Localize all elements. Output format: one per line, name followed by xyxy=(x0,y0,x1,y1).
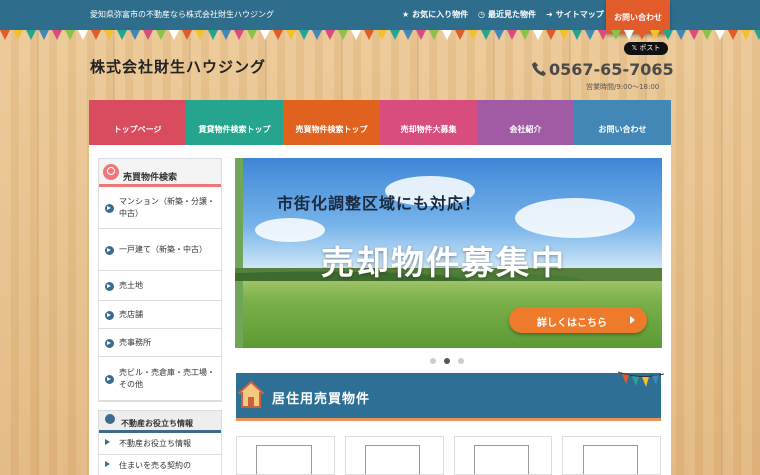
main-nav: トップページ 賃貸物件検索トップ 売買物件検索トップ 売却物件大募集 会社紹介 お問い合わ… xyxy=(89,100,671,145)
star-icon: ★ xyxy=(402,10,410,19)
bunting-icon xyxy=(618,371,664,387)
clock-icon: ◷ xyxy=(478,10,485,19)
phone-icon xyxy=(532,61,546,77)
property-list xyxy=(236,436,661,475)
banner-subtitle: 市街化調整区域にも対応！ xyxy=(277,194,482,213)
arrow-icon xyxy=(105,203,114,213)
info-item[interactable]: 住まいを売る契約の xyxy=(99,455,221,475)
arrow-icon xyxy=(105,338,114,348)
property-card[interactable] xyxy=(562,436,661,475)
carousel-dot[interactable] xyxy=(430,358,436,364)
sidebar-heading: 売買物件検索 xyxy=(99,159,221,187)
hero-banner[interactable]: 市街化調整区域にも対応！ 売却物件募集中 詳しくはこちら xyxy=(235,158,662,348)
site-logo[interactable]: 株式会社財生ハウジング xyxy=(90,56,266,77)
arrow-icon: ➜ xyxy=(546,10,553,19)
contact-button[interactable]: お問い合わせ xyxy=(606,0,670,34)
tagline: 愛知県弥富市の不動産なら株式会社財生ハウジング xyxy=(90,10,274,19)
x-post-button[interactable]: 𝕏 ポスト xyxy=(624,42,668,55)
nav-tab[interactable]: 賃貸物件検索トップ xyxy=(186,100,283,145)
favorites-link[interactable]: ★ お気に入り物件 xyxy=(402,9,468,20)
property-card[interactable] xyxy=(344,436,444,475)
sidebar: 売買物件検索 マンション（新築・分譲・中古） 一戸建て（新築・中古） 売土地 売店舗売… xyxy=(98,158,222,475)
chevron-right-icon xyxy=(630,316,635,324)
sitemap-link[interactable]: ➜ サイトマップ xyxy=(546,9,604,20)
info-box: 不動産お役立ち情報 不動産お役立ち情報 住まいを売る契約の xyxy=(98,410,222,475)
sidebar-item[interactable]: 売ビル・売倉庫・売工場・その他 xyxy=(99,357,221,401)
info-heading: 不動産お役立ち情報 xyxy=(99,411,221,433)
pin-icon xyxy=(105,414,115,424)
sidebar-item[interactable]: 売店舗 xyxy=(99,301,221,329)
property-card[interactable] xyxy=(453,436,553,475)
section-title: 居住用売買物件 xyxy=(272,392,371,407)
banner-headline: 売却物件募集中 xyxy=(321,243,566,282)
arrow-icon xyxy=(105,310,114,320)
details-button[interactable]: 詳しくはこちら xyxy=(509,307,647,333)
business-hours: 営業時間/9:00～18:00 xyxy=(586,83,660,91)
carousel-dots xyxy=(430,358,464,364)
recently-viewed-link[interactable]: ◷ 最近見た物件 xyxy=(478,9,536,20)
nav-tab[interactable]: 会社紹介 xyxy=(477,100,574,145)
property-card[interactable] xyxy=(236,436,335,475)
info-item[interactable]: 不動産お役立ち情報 xyxy=(99,433,221,455)
carousel-dot[interactable] xyxy=(444,358,450,364)
nav-tab[interactable]: お問い合わせ xyxy=(574,100,671,145)
sidebar-item[interactable]: 売事務所 xyxy=(99,329,221,357)
carousel-dot[interactable] xyxy=(458,358,464,364)
sales-search-box: 売買物件検索 マンション（新築・分譲・中古） 一戸建て（新築・中古） 売土地 売店舗売… xyxy=(98,158,222,402)
arrow-icon xyxy=(105,374,114,384)
sidebar-item[interactable]: マンション（新築・分譲・中古） xyxy=(99,187,221,229)
house-icon xyxy=(238,380,264,408)
arrow-icon xyxy=(105,245,114,255)
phone-number[interactable]: 0567-65-7065 xyxy=(532,60,674,79)
sidebar-item[interactable]: 一戸建て（新築・中古） xyxy=(99,229,221,271)
nav-tab[interactable]: 売買物件検索トップ xyxy=(283,100,380,145)
search-icon xyxy=(103,164,119,180)
sidebar-item[interactable]: 売土地 xyxy=(99,271,221,301)
arrow-icon xyxy=(105,461,110,467)
nav-tab[interactable]: 売却物件大募集 xyxy=(380,100,477,145)
arrow-icon xyxy=(105,281,114,291)
arrow-icon xyxy=(105,439,110,445)
nav-tab[interactable]: トップページ xyxy=(89,100,186,145)
